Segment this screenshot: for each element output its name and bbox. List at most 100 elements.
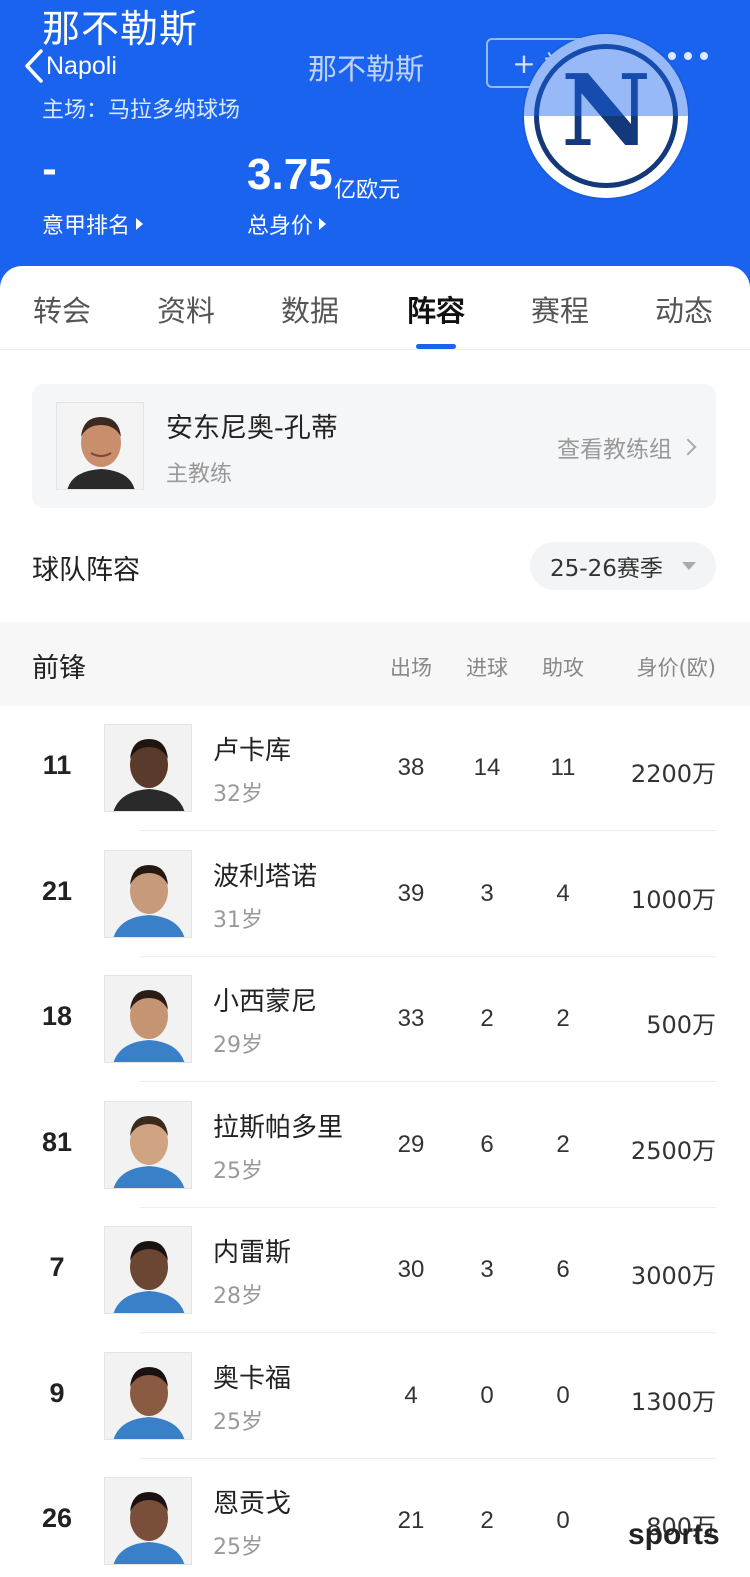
player-market-value: 2200万 xyxy=(630,760,716,788)
view-coaching-staff-link[interactable]: 查看教练组 xyxy=(557,430,697,464)
player-avatar xyxy=(104,975,192,1063)
league-rank-label: 意甲排名 xyxy=(42,214,131,239)
chevron-left-icon xyxy=(25,49,43,83)
player-avatar xyxy=(104,1100,192,1189)
player-number: 11 xyxy=(42,750,72,780)
player-assists: 0 xyxy=(556,1507,570,1534)
player-apps: 4 xyxy=(404,1381,418,1409)
player-name: 小西蒙尼 xyxy=(213,987,318,1017)
tab-bar: 转会 资料 数据 阵容 赛程 动态 xyxy=(0,266,750,350)
position-group-label: 前锋 xyxy=(32,653,86,684)
player-age: 32岁 xyxy=(213,782,263,807)
player-market-value: 3000万 xyxy=(630,1262,716,1290)
coach-avatar xyxy=(56,402,144,490)
player-assists: 0 xyxy=(556,1381,570,1409)
player-goals: 14 xyxy=(473,754,501,781)
player-goals: 0 xyxy=(480,1381,494,1409)
player-apps: 39 xyxy=(397,879,425,907)
tab-stats[interactable]: 数据 xyxy=(260,288,360,330)
player-market-value: 1300万 xyxy=(630,1387,716,1416)
player-goals: 3 xyxy=(480,1256,494,1283)
player-name: 卢卡库 xyxy=(213,736,292,766)
player-avatar xyxy=(104,1226,192,1314)
column-goals: 进球 xyxy=(466,656,508,680)
player-avatar xyxy=(104,1351,192,1440)
active-tab-indicator xyxy=(416,344,456,349)
view-coaching-staff-label: 查看教练组 xyxy=(557,437,672,463)
season-dropdown[interactable]: 25-26赛季 xyxy=(530,542,716,590)
player-age: 29岁 xyxy=(213,1033,263,1058)
player-apps: 38 xyxy=(397,754,425,781)
back-button[interactable]: Napoli xyxy=(24,48,117,84)
player-market-value: 1000万 xyxy=(630,885,716,914)
chevron-right-icon xyxy=(679,438,697,456)
coach-role: 主教练 xyxy=(166,462,233,487)
player-assists: 11 xyxy=(550,754,576,781)
league-rank-link[interactable]: 意甲排名 xyxy=(42,208,144,240)
player-number: 81 xyxy=(41,1126,73,1157)
team-header: 那不勒斯 Napoli 那不勒斯 + 关注 主场：马拉多纳球场 - 意甲排名 3… xyxy=(0,0,750,300)
player-name: 拉斯帕多里 xyxy=(213,1112,344,1143)
nav-title: 那不勒斯 xyxy=(308,52,425,86)
player-assists: 4 xyxy=(556,879,570,907)
player-row[interactable]: 21 波利塔诺 31岁 39 3 4 1000万 xyxy=(0,832,750,957)
player-assists: 2 xyxy=(556,1005,570,1032)
tab-news[interactable]: 动态 xyxy=(634,288,734,330)
player-apps: 30 xyxy=(397,1256,425,1283)
content-sheet: 转会 资料 数据 阵容 赛程 动态 安东尼奥-孔蒂 主教练 查看教练组 球队阵容… xyxy=(0,266,750,1577)
watermark: sports xyxy=(628,1518,720,1551)
squad-title: 球队阵容 xyxy=(32,555,140,586)
column-assists: 助攻 xyxy=(542,656,584,680)
player-name: 奥卡福 xyxy=(213,1363,292,1394)
player-row[interactable]: 81 拉斯帕多里 25岁 29 6 2 2500万 xyxy=(0,1083,750,1208)
club-logo: N xyxy=(524,34,688,198)
player-row[interactable]: 18 小西蒙尼 29岁 33 2 2 500万 xyxy=(0,957,750,1082)
tab-squad[interactable]: 阵容 xyxy=(386,288,486,330)
player-row[interactable]: 11 卢卡库 32岁 38 14 11 2200万 xyxy=(0,706,750,831)
player-goals: 2 xyxy=(480,1005,494,1032)
triangle-right-icon xyxy=(319,218,327,230)
total-value-unit: 亿欧元 xyxy=(334,178,401,203)
player-assists: 2 xyxy=(556,1130,570,1158)
tab-schedule[interactable]: 赛程 xyxy=(510,288,610,330)
chevron-down-icon xyxy=(682,562,696,570)
player-row[interactable]: 7 内雷斯 28岁 30 3 6 3000万 xyxy=(0,1208,750,1333)
player-number: 7 xyxy=(49,1252,65,1282)
total-value-number: 3.75 xyxy=(247,150,333,199)
player-name: 波利塔诺 xyxy=(213,861,318,892)
total-value-label: 总身价 xyxy=(247,214,314,239)
league-rank-value: - xyxy=(42,150,57,191)
player-age: 31岁 xyxy=(213,907,263,933)
triangle-right-icon xyxy=(136,218,144,230)
player-number: 21 xyxy=(41,875,73,906)
player-avatar xyxy=(104,1477,192,1565)
player-age: 25岁 xyxy=(213,1535,263,1560)
tab-profile[interactable]: 资料 xyxy=(136,288,236,330)
player-age: 28岁 xyxy=(213,1284,263,1309)
player-goals: 3 xyxy=(480,879,494,907)
player-apps: 21 xyxy=(397,1507,425,1534)
player-age: 25岁 xyxy=(213,1158,263,1184)
player-goals: 2 xyxy=(480,1507,494,1534)
season-label: 25-26赛季 xyxy=(550,556,663,582)
tab-transfers[interactable]: 转会 xyxy=(12,288,112,330)
player-number: 9 xyxy=(49,1377,65,1408)
player-age: 25岁 xyxy=(213,1409,263,1435)
player-name: 恩贡戈 xyxy=(213,1489,292,1519)
player-row[interactable]: 9 奥卡福 25岁 4 0 0 1300万 xyxy=(0,1334,750,1459)
player-name: 内雷斯 xyxy=(213,1238,292,1268)
total-value-link[interactable]: 总身价 xyxy=(247,208,327,240)
player-number: 26 xyxy=(41,1503,73,1533)
player-avatar xyxy=(104,849,192,938)
column-value: 身价(欧) xyxy=(636,656,716,680)
player-market-value: 2500万 xyxy=(630,1136,716,1165)
player-apps: 29 xyxy=(397,1130,425,1158)
coach-name: 安东尼奥-孔蒂 xyxy=(166,413,338,444)
player-avatar xyxy=(104,724,192,812)
stadium-info: 主场：马拉多纳球场 xyxy=(42,98,241,123)
player-goals: 6 xyxy=(480,1130,494,1158)
player-number: 18 xyxy=(41,1001,73,1031)
player-assists: 6 xyxy=(556,1256,570,1283)
player-market-value: 500万 xyxy=(646,1011,716,1039)
coach-card[interactable]: 安东尼奥-孔蒂 主教练 查看教练组 xyxy=(32,384,716,508)
